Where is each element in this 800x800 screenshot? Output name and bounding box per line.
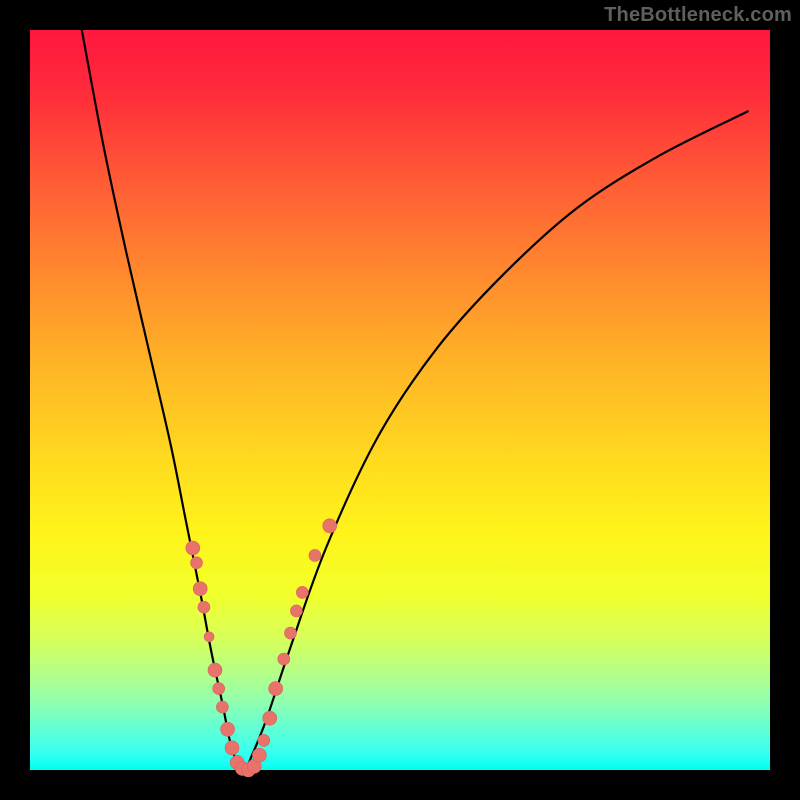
data-point xyxy=(278,653,290,665)
chart-frame: TheBottleneck.com xyxy=(0,0,800,800)
data-point xyxy=(290,605,302,617)
data-point xyxy=(198,601,210,613)
data-point xyxy=(208,663,222,677)
data-point xyxy=(269,682,283,696)
data-point xyxy=(309,549,321,561)
data-point xyxy=(193,582,207,596)
data-points-group xyxy=(186,519,337,777)
data-point xyxy=(263,711,277,725)
data-point xyxy=(284,627,296,639)
chart-svg xyxy=(30,30,770,770)
watermark-text: TheBottleneck.com xyxy=(604,4,792,27)
plot-area xyxy=(30,30,770,770)
data-point xyxy=(225,741,239,755)
bottleneck-curve xyxy=(82,30,748,770)
data-point xyxy=(216,701,228,713)
data-point xyxy=(296,586,308,598)
data-point xyxy=(204,632,214,642)
data-point xyxy=(213,683,225,695)
data-point xyxy=(186,541,200,555)
data-point xyxy=(258,734,270,746)
data-point xyxy=(252,748,266,762)
data-point xyxy=(221,722,235,736)
data-point xyxy=(323,519,337,533)
data-point xyxy=(191,557,203,569)
